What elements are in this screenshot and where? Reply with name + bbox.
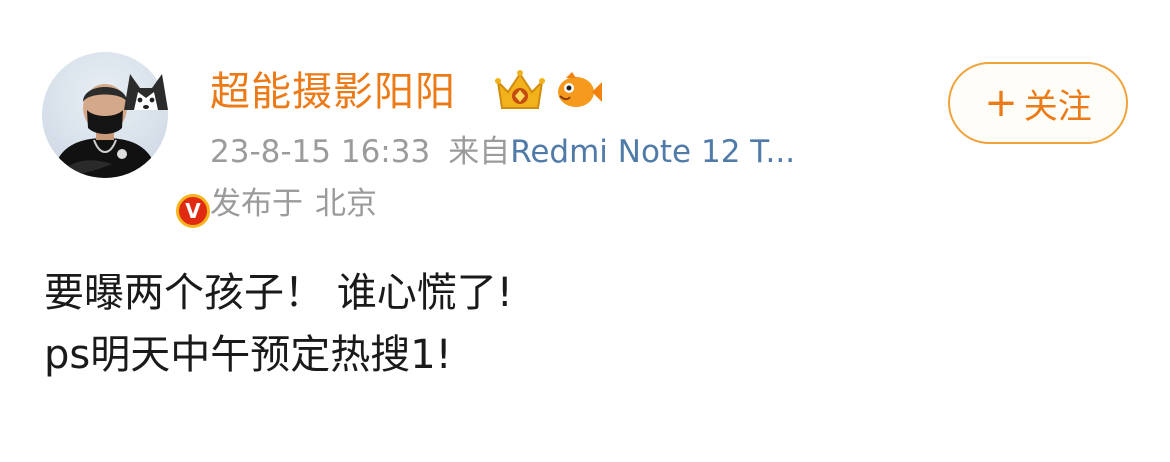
post-content: 要曝两个孩子！ 谁心慌了! ps明天中午预定热搜1! <box>44 262 513 386</box>
follow-label: 关注 <box>1023 86 1092 127</box>
post-text-line: ps明天中午预定热搜1! <box>44 332 452 378</box>
avatar[interactable]: V <box>42 52 214 232</box>
weibo-post-card: V 超能摄影阳阳 23-8-15 16:33 来自Redmi Note 12 T.… <box>0 0 1170 462</box>
post-location: 发布于 北京 <box>210 182 377 226</box>
verified-icon: V <box>176 194 210 228</box>
post-timestamp: 23-8-15 16:33 <box>210 134 431 170</box>
location-city: 北京 <box>315 186 377 222</box>
username[interactable]: 超能摄影阳阳 <box>210 64 456 120</box>
post-text-line: 要曝两个孩子！ 谁心慌了! <box>44 270 513 316</box>
fish-badge-icon[interactable] <box>554 70 602 112</box>
follow-button[interactable]: + 关注 <box>948 62 1128 144</box>
location-prefix: 发布于 <box>210 186 303 222</box>
verified-badge: V <box>172 190 214 232</box>
source-prefix: 来自 <box>448 134 511 170</box>
husky-hat-icon <box>124 74 168 110</box>
crown-badge-icon[interactable] <box>494 68 546 114</box>
plus-icon: + <box>984 80 1018 126</box>
device-link[interactable]: Redmi Note 12 T... <box>510 134 795 170</box>
post-meta: 23-8-15 16:33 来自Redmi Note 12 T... <box>210 130 795 174</box>
